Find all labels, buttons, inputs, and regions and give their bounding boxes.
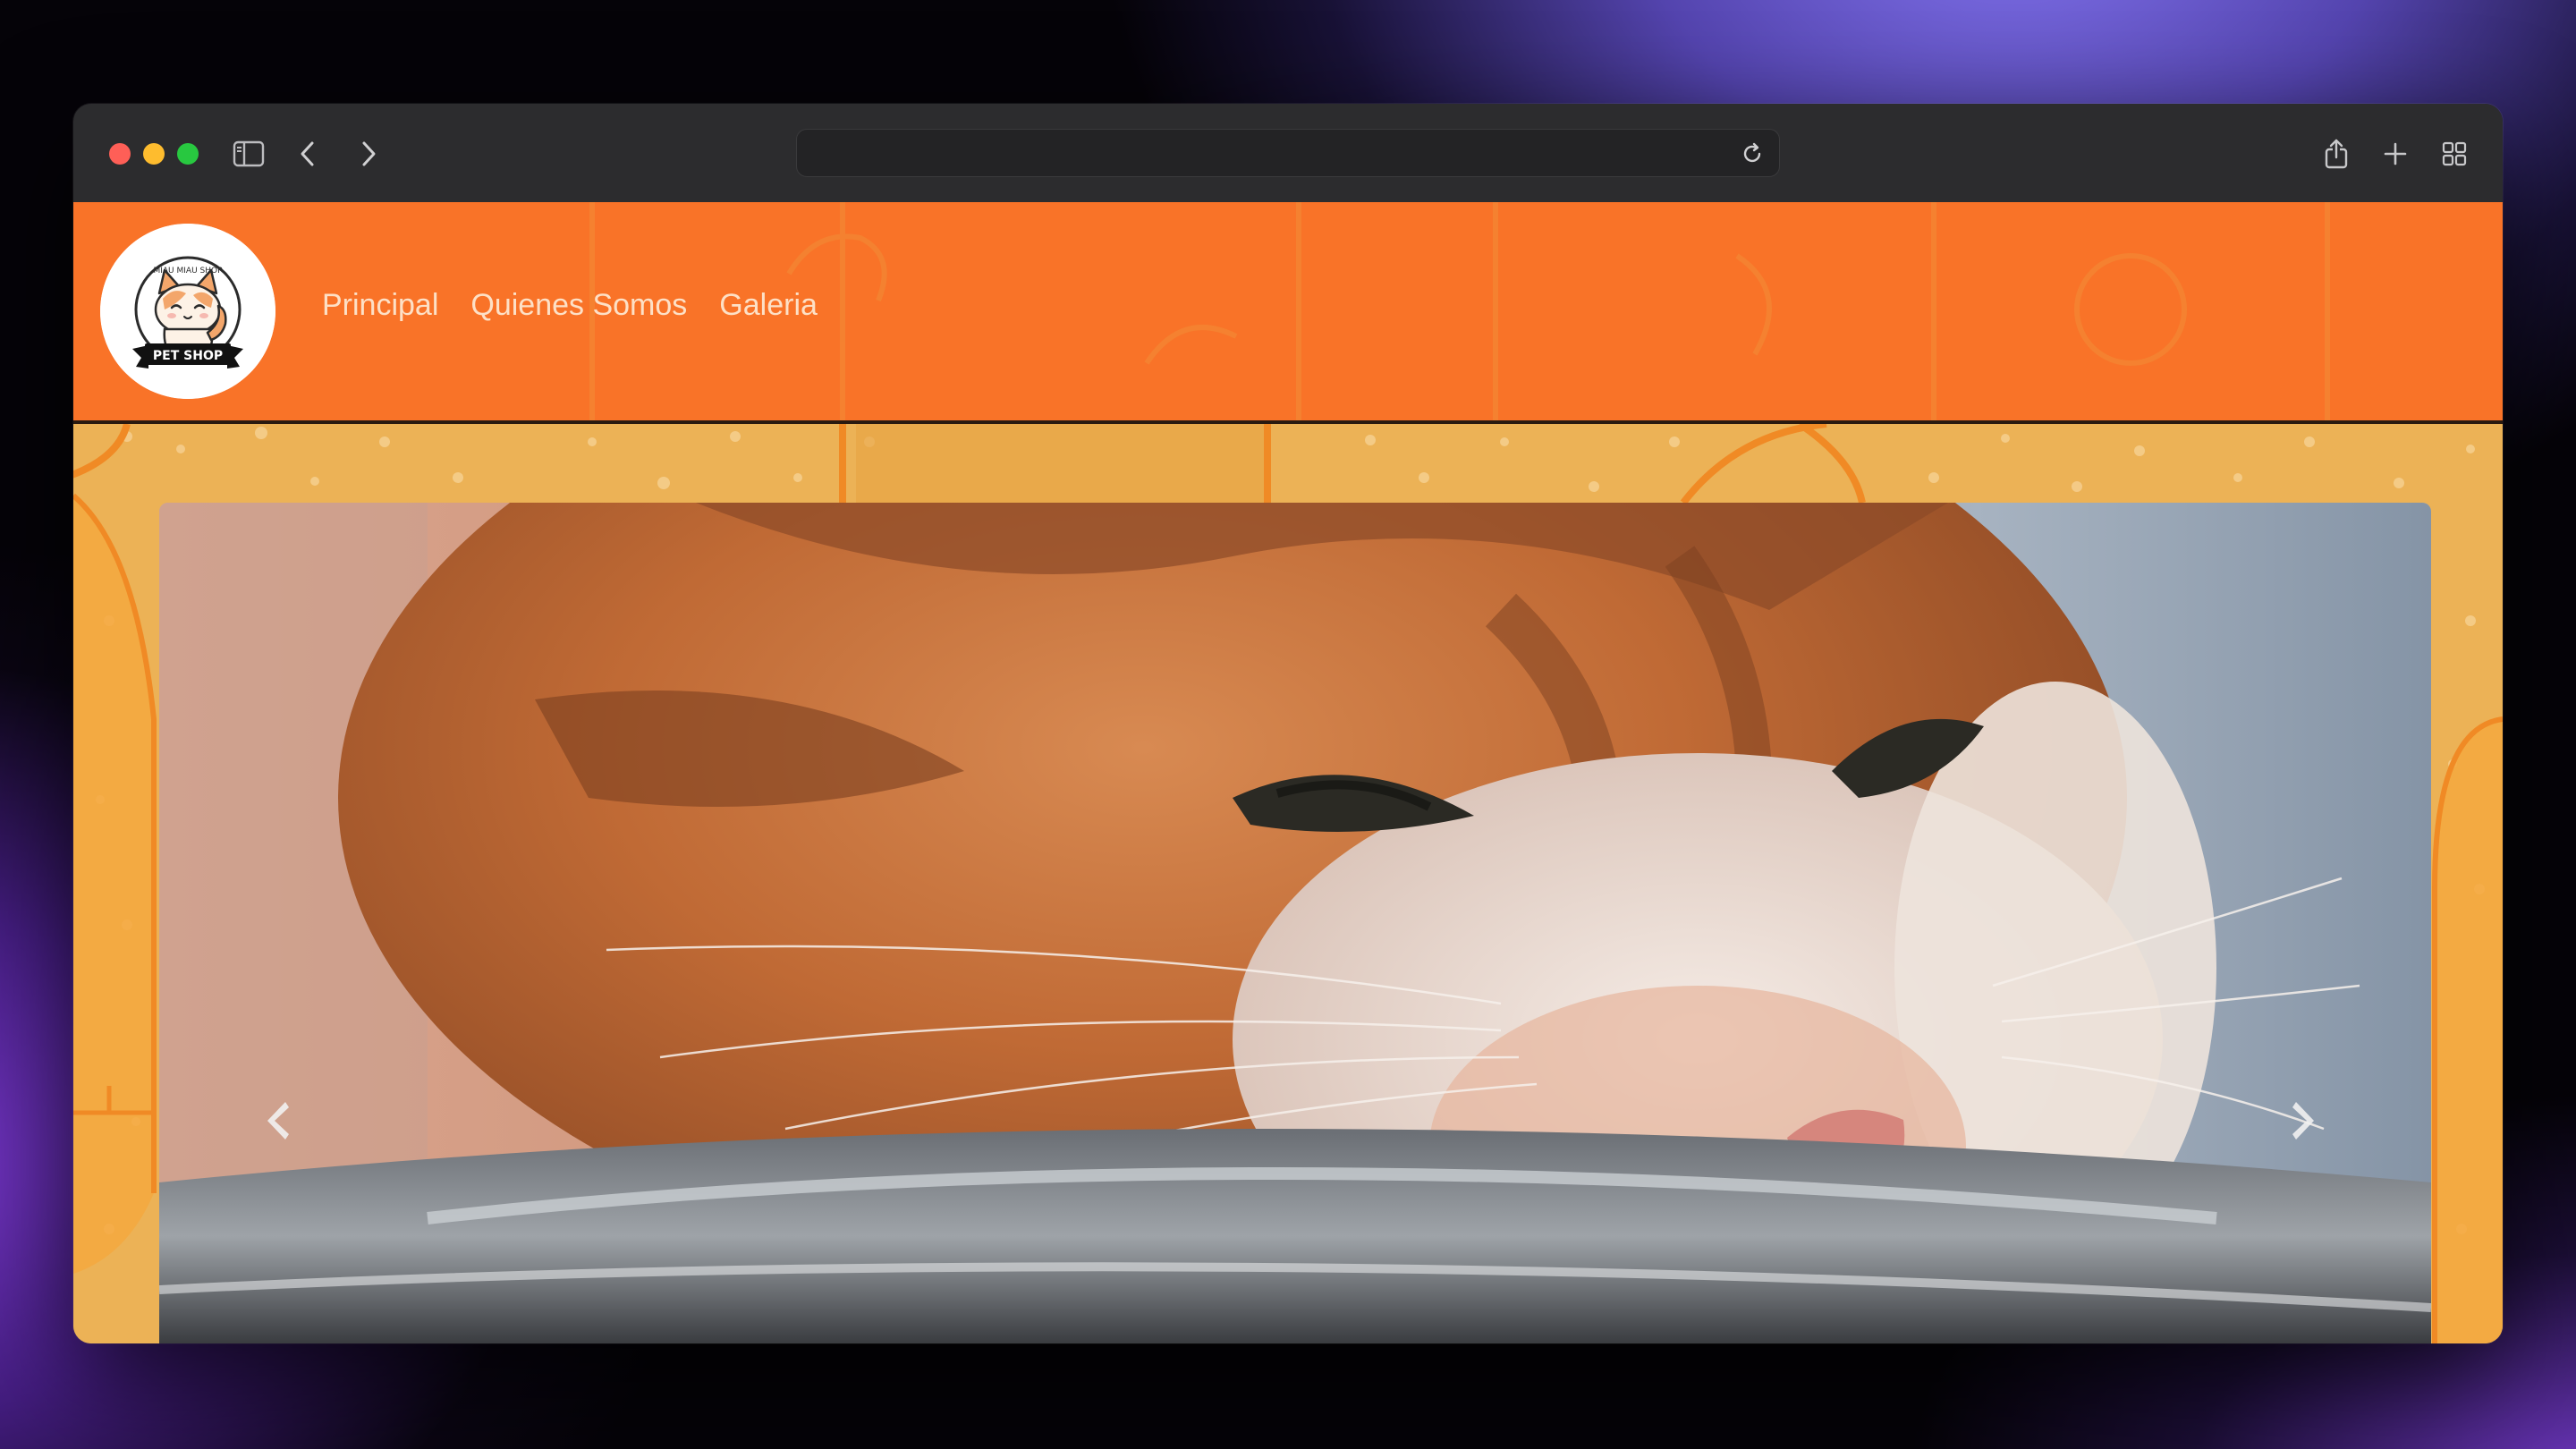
sidebar-icon[interactable]	[225, 131, 272, 177]
address-text[interactable]	[818, 130, 1716, 176]
browser-window: MIAU MIAU SHOP PET SHOP Principal Quiene…	[73, 104, 2503, 1343]
previous-slide-icon[interactable]	[245, 1089, 308, 1152]
site-header: MIAU MIAU SHOP PET SHOP Principal Quiene…	[73, 202, 2503, 424]
back-icon[interactable]	[284, 131, 331, 177]
share-icon[interactable]	[2313, 131, 2360, 177]
svg-text:PET SHOP: PET SHOP	[153, 349, 223, 363]
nav-link-principal[interactable]: Principal	[322, 288, 438, 323]
kitten-photo	[159, 503, 2431, 1343]
next-slide-icon[interactable]	[2274, 1089, 2336, 1152]
main-nav: Principal Quienes Somos Galeria	[322, 288, 850, 323]
close-window-button[interactable]	[109, 143, 131, 165]
zoom-window-button[interactable]	[177, 143, 199, 165]
nav-link-galeria[interactable]: Galeria	[719, 288, 818, 323]
hero-carousel	[159, 503, 2431, 1343]
new-tab-icon[interactable]	[2372, 131, 2419, 177]
pet-shop-logo[interactable]: MIAU MIAU SHOP PET SHOP	[100, 224, 275, 399]
forward-icon[interactable]	[345, 131, 392, 177]
nav-link-quienes-somos[interactable]: Quienes Somos	[470, 288, 687, 323]
browser-toolbar	[73, 104, 2503, 203]
tab-overview-icon[interactable]	[2431, 131, 2478, 177]
reload-icon[interactable]	[1734, 136, 1770, 172]
page-viewport: MIAU MIAU SHOP PET SHOP Principal Quiene…	[73, 202, 2503, 1343]
address-bar[interactable]	[796, 129, 1780, 177]
logo-cat-illustration: MIAU MIAU SHOP PET SHOP	[100, 224, 275, 399]
minimize-window-button[interactable]	[143, 143, 165, 165]
